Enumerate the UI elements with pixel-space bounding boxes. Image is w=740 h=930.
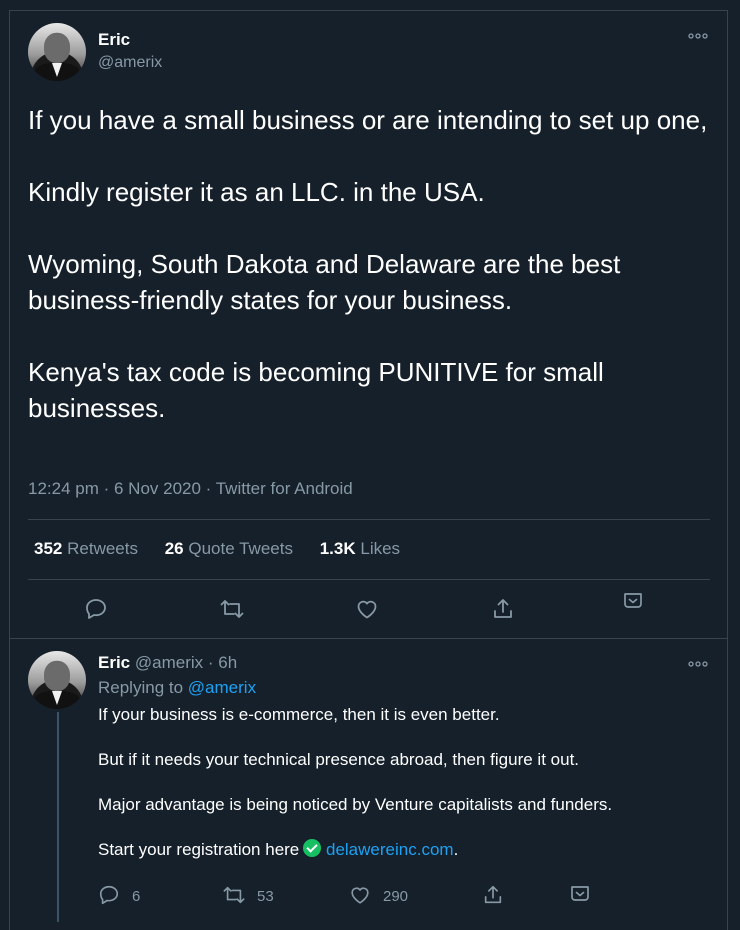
bookmark-icon[interactable] — [569, 884, 591, 906]
like-icon[interactable] — [349, 884, 371, 906]
reply-author-handle[interactable]: @amerix — [135, 653, 203, 672]
retweet-icon[interactable] — [219, 597, 245, 621]
reply-paragraph: But if it needs your technical presence … — [98, 750, 580, 769]
tweet-stats: 352 Retweets 26 Quote Tweets 1.3K Likes — [34, 539, 422, 559]
share-icon[interactable] — [491, 597, 515, 621]
reply-last-line-suffix: . — [453, 840, 459, 859]
like-icon[interactable] — [355, 597, 379, 621]
author-name[interactable]: Eric — [98, 30, 130, 50]
likes-count: 1.3K — [319, 539, 356, 558]
author-handle[interactable]: @amerix — [98, 54, 162, 72]
reply-last-line-prefix: Start your registration here — [98, 840, 300, 859]
author-avatar[interactable] — [28, 23, 86, 81]
avatar-face — [44, 661, 70, 691]
reply-paragraph: Major advantage is being noticed by Vent… — [98, 795, 613, 814]
retweet-count: 53 — [257, 888, 274, 905]
reply-icon[interactable] — [98, 884, 120, 906]
reply-icon[interactable] — [84, 597, 108, 621]
retweets-count: 352 — [34, 539, 63, 558]
replying-to-label: Replying to — [98, 678, 184, 697]
reply-author-name[interactable]: Eric — [98, 653, 130, 672]
tweet-text: If you have a small business or are inte… — [28, 102, 718, 462]
share-icon[interactable] — [482, 884, 504, 906]
divider — [28, 519, 710, 520]
retweets-label: Retweets — [67, 539, 138, 558]
reply-last-line: Start your registration here delawereinc… — [98, 838, 708, 861]
thread-line — [57, 712, 59, 922]
more-icon[interactable] — [688, 28, 708, 44]
check-icon — [303, 839, 322, 857]
retweet-icon[interactable] — [222, 884, 246, 906]
reply-count: 6 — [132, 888, 141, 905]
reply-author-avatar[interactable] — [28, 651, 86, 709]
tweet-paragraph: Kindly register it as an LLC. in the USA… — [28, 177, 485, 207]
likes-label: Likes — [360, 539, 401, 558]
likes-stat[interactable]: 1.3K Likes — [320, 539, 400, 558]
reply-paragraph: If your business is e-commerce, then it … — [98, 705, 500, 724]
replying-to: Replying to @amerix — [98, 678, 256, 698]
divider — [28, 579, 710, 580]
tweet-paragraph: If you have a small business or are inte… — [28, 105, 708, 135]
tweet-meta[interactable]: 12:24 pm · 6 Nov 2020 · Twitter for Andr… — [28, 479, 353, 499]
like-count: 290 — [383, 888, 409, 905]
reply-header: Eric @amerix · 6h — [98, 653, 237, 673]
quotes-label: Quote Tweets — [188, 539, 293, 558]
reply-text: If your business is e-commerce, then it … — [98, 703, 708, 883]
quote-tweets-stat[interactable]: 26 Quote Tweets — [165, 539, 293, 558]
tweet-paragraph: Kenya's tax code is becoming PUNITIVE fo… — [28, 357, 604, 423]
avatar-face — [44, 33, 70, 63]
tweet-paragraph: Wyoming, South Dakota and Delaware are t… — [28, 249, 621, 315]
reply-time[interactable]: · 6h — [208, 653, 237, 672]
tweet-separator — [10, 638, 727, 639]
registration-link[interactable]: delawereinc.com — [326, 840, 454, 859]
bookmark-icon[interactable] — [622, 591, 644, 613]
retweets-stat[interactable]: 352 Retweets — [34, 539, 138, 558]
quotes-count: 26 — [164, 539, 184, 558]
reply-more-icon[interactable] — [688, 656, 708, 672]
replying-to-handle[interactable]: @amerix — [188, 678, 256, 697]
